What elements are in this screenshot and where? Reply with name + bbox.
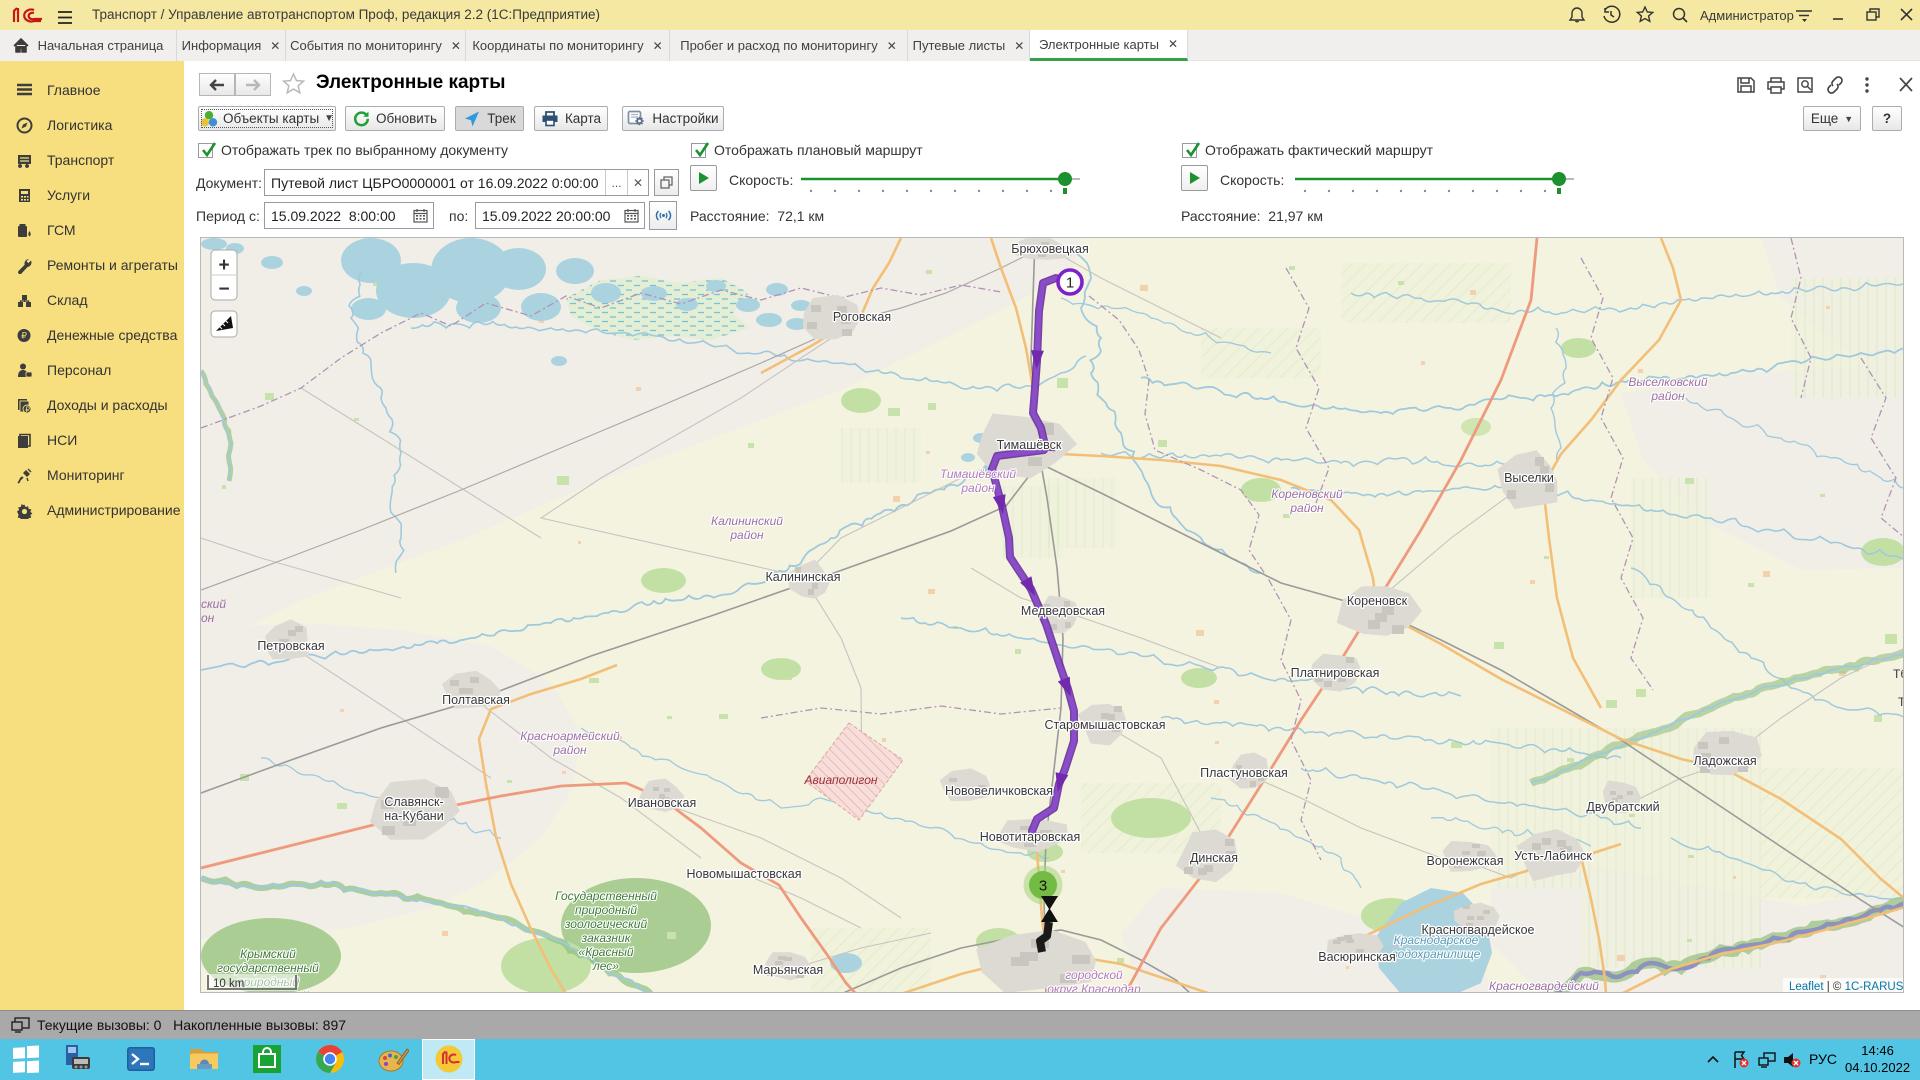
svg-text:Ладожская: Ладожская bbox=[1693, 754, 1756, 768]
svg-text:Медведовская: Медведовская bbox=[1021, 604, 1105, 618]
svg-text:Полтавская: Полтавская bbox=[442, 693, 510, 707]
svg-text:район: район bbox=[960, 481, 995, 495]
svg-text:Ивановская: Ивановская bbox=[628, 796, 697, 810]
svg-text:Государственный: Государственный bbox=[555, 889, 657, 903]
svg-text:−: − bbox=[218, 279, 229, 300]
svg-text:Кореновский: Кореновский bbox=[1271, 487, 1343, 501]
svg-text:Leaflet | © 1C-RARUS: Leaflet | © 1C-RARUS bbox=[1789, 981, 1904, 993]
svg-text:Новомышастовская: Новомышастовская bbox=[687, 867, 802, 881]
svg-text:Авиаполигон: Авиаполигон bbox=[804, 773, 878, 787]
svg-text:район: район bbox=[729, 528, 764, 542]
svg-text:Краснодарское: Краснодарское bbox=[1394, 933, 1479, 947]
svg-text:Пластуновская: Пластуновская bbox=[1200, 766, 1288, 780]
svg-text:10 km: 10 km bbox=[213, 978, 244, 990]
svg-text:Тб: Тб bbox=[1893, 667, 1904, 681]
svg-text:он: он bbox=[201, 611, 215, 625]
svg-text:Усть-Лабинск: Усть-Лабинск bbox=[1514, 849, 1592, 863]
svg-text:Васюринская: Васюринская bbox=[1318, 950, 1395, 964]
svg-text:район: район bbox=[1650, 389, 1685, 403]
svg-text:район: район bbox=[1289, 501, 1324, 515]
svg-text:природный: природный bbox=[575, 903, 637, 917]
svg-text:Выселковский: Выселковский bbox=[1628, 375, 1708, 389]
svg-text:заказник: заказник bbox=[581, 931, 632, 945]
svg-text:Тимашёвский: Тимашёвский bbox=[940, 467, 1016, 481]
svg-text:Калининская: Калининская bbox=[765, 570, 840, 584]
svg-text:Петровская: Петровская bbox=[257, 639, 324, 653]
svg-text:государственный: государственный bbox=[217, 961, 319, 975]
svg-text:Тимашёвск: Тимашёвск bbox=[997, 438, 1062, 452]
svg-text:лес»: лес» bbox=[592, 959, 619, 973]
svg-text:Двубратский: Двубратский bbox=[1586, 800, 1659, 814]
svg-text:Старомышастовская: Старомышастовская bbox=[1044, 718, 1165, 732]
svg-text:округ Краснодар: округ Краснодар bbox=[1047, 982, 1141, 993]
svg-text:Брюховецкая: Брюховецкая bbox=[1011, 242, 1089, 256]
svg-text:ский: ский bbox=[201, 597, 226, 611]
svg-text:«Красный: «Красный bbox=[578, 945, 634, 959]
svg-text:3: 3 bbox=[1039, 878, 1047, 895]
svg-text:Воронежская: Воронежская bbox=[1427, 854, 1504, 868]
svg-text:Платнировская: Платнировская bbox=[1291, 666, 1380, 680]
svg-text:+: + bbox=[218, 255, 229, 276]
svg-text:Новотитаровская: Новотитаровская bbox=[980, 830, 1081, 844]
svg-text:городской: городской bbox=[1065, 968, 1123, 982]
svg-text:Красногвардейский: Красногвардейский bbox=[1489, 979, 1599, 993]
svg-text:1: 1 bbox=[1066, 275, 1074, 292]
svg-text:Динская: Динская bbox=[1190, 851, 1238, 865]
svg-text:Нововеличковская: Нововеличковская bbox=[945, 784, 1053, 798]
svg-text:Кореновск: Кореновск bbox=[1347, 594, 1408, 608]
svg-text:Славянск-: Славянск- bbox=[384, 795, 443, 809]
svg-text:₽: ₽ bbox=[25, 405, 30, 414]
svg-text:Выселки: Выселки bbox=[1504, 471, 1554, 485]
svg-text:зоологический: зоологический bbox=[564, 917, 648, 931]
svg-text:Калининский: Калининский bbox=[711, 514, 783, 528]
svg-text:Т6: Т6 bbox=[1898, 695, 1904, 709]
svg-text:Крымский: Крымский bbox=[240, 947, 296, 961]
svg-text:Красноармейский: Красноармейский bbox=[520, 729, 620, 743]
svg-text:Роговская: Роговская bbox=[833, 310, 891, 324]
svg-text:водохранилище: водохранилище bbox=[1392, 947, 1481, 961]
svg-text:₽: ₽ bbox=[21, 331, 27, 341]
svg-text:Марьянская: Марьянская bbox=[753, 963, 823, 977]
svg-text:район: район bbox=[552, 743, 587, 757]
svg-text:на-Кубани: на-Кубани bbox=[384, 809, 443, 823]
